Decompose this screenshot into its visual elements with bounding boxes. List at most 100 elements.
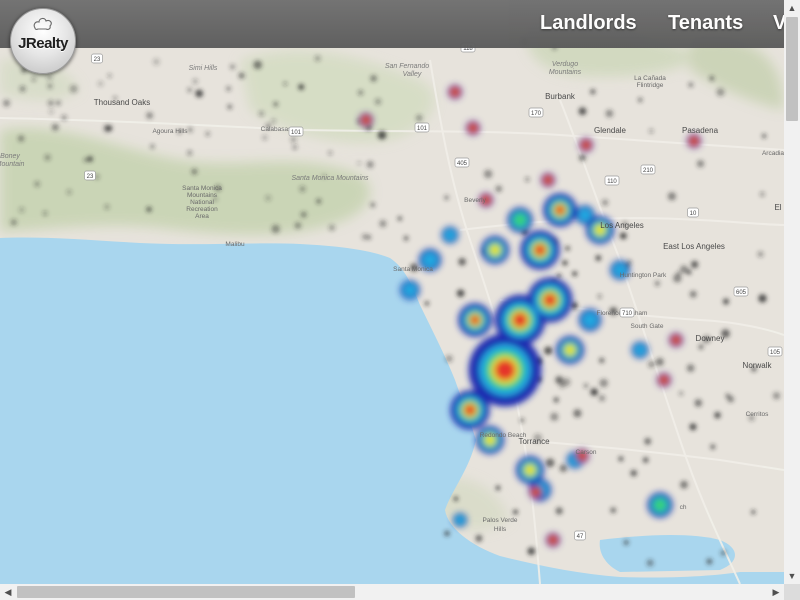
density-point bbox=[265, 195, 272, 202]
place-label: Los Angeles bbox=[600, 221, 644, 230]
place-label: Hills bbox=[494, 526, 507, 533]
density-point bbox=[187, 87, 193, 93]
density-point bbox=[555, 507, 563, 515]
density-point bbox=[146, 206, 152, 212]
density-point bbox=[238, 72, 245, 79]
density-point bbox=[292, 144, 298, 150]
top-navigation-bar: Landlords Tenants V bbox=[0, 0, 786, 48]
scrollbar-corner bbox=[784, 584, 800, 600]
density-point bbox=[757, 251, 764, 258]
heat-spot bbox=[543, 293, 557, 307]
density-point bbox=[191, 168, 198, 175]
scroll-up-arrow-icon[interactable]: ▲ bbox=[784, 0, 800, 16]
density-point bbox=[104, 204, 110, 210]
density-point bbox=[680, 265, 688, 274]
horizontal-scrollbar[interactable]: ◀ ▶ bbox=[0, 584, 784, 600]
jrealty-logo[interactable]: JRealty bbox=[10, 8, 76, 74]
density-point bbox=[667, 192, 677, 201]
nav-landlords-link[interactable]: Landlords bbox=[540, 12, 637, 35]
density-point bbox=[195, 89, 204, 98]
place-label: El bbox=[774, 203, 781, 212]
density-point bbox=[273, 101, 279, 107]
density-point bbox=[495, 485, 501, 491]
highway-shield-label: 101 bbox=[417, 126, 428, 132]
density-point bbox=[655, 357, 664, 366]
density-point bbox=[562, 260, 568, 266]
place-label: Beverly bbox=[464, 197, 486, 204]
density-point bbox=[316, 198, 322, 204]
density-point bbox=[686, 364, 695, 372]
density-point bbox=[314, 55, 321, 62]
density-point bbox=[10, 219, 17, 226]
density-point bbox=[556, 273, 562, 278]
highway-shield-label: 47 bbox=[577, 534, 584, 540]
density-point bbox=[495, 185, 503, 193]
heat-spot bbox=[581, 140, 591, 150]
density-point bbox=[601, 199, 609, 206]
density-point bbox=[562, 378, 571, 387]
density-point bbox=[205, 131, 210, 137]
density-point bbox=[294, 222, 302, 229]
density-point bbox=[565, 245, 571, 251]
density-point bbox=[637, 97, 643, 103]
density-point bbox=[646, 559, 654, 567]
density-point bbox=[642, 457, 649, 463]
heat-spot bbox=[403, 283, 417, 297]
density-point bbox=[229, 64, 236, 70]
place-label: Cerritos bbox=[746, 411, 770, 418]
density-point bbox=[559, 464, 568, 473]
heatmap-map[interactable]: Thousand Oaks Simi Hills Agoura Hills Calab… bbox=[0, 0, 784, 584]
density-point bbox=[370, 75, 377, 82]
heat-spot bbox=[470, 315, 480, 325]
density-point bbox=[271, 118, 276, 124]
logo-text: JRealty bbox=[18, 35, 68, 52]
density-point bbox=[374, 98, 382, 105]
nav-tenants-link[interactable]: Tenants bbox=[668, 12, 743, 35]
horizontal-scroll-thumb[interactable] bbox=[17, 586, 355, 598]
place-label: Pasadena bbox=[682, 126, 719, 135]
heat-spot bbox=[361, 115, 371, 125]
density-point bbox=[689, 290, 697, 298]
density-point bbox=[688, 82, 694, 88]
density-point bbox=[758, 294, 767, 303]
density-point bbox=[680, 480, 688, 489]
heat-spot bbox=[578, 208, 592, 222]
scroll-left-arrow-icon[interactable]: ◀ bbox=[0, 584, 16, 600]
density-point bbox=[97, 80, 104, 87]
heat-spot bbox=[494, 359, 516, 381]
scroll-right-arrow-icon[interactable]: ▶ bbox=[768, 584, 784, 600]
density-point bbox=[227, 104, 233, 110]
density-point bbox=[444, 195, 449, 201]
density-point bbox=[475, 534, 483, 542]
density-point bbox=[598, 394, 606, 402]
density-point bbox=[192, 78, 198, 85]
heat-spot bbox=[689, 136, 699, 146]
vertical-scrollbar[interactable]: ▲ ▼ bbox=[784, 0, 800, 584]
density-point bbox=[187, 127, 193, 133]
density-point bbox=[761, 133, 767, 139]
place-label: San Fernando bbox=[385, 63, 429, 70]
density-point bbox=[654, 280, 661, 287]
density-point bbox=[19, 85, 26, 93]
heat-spot bbox=[653, 498, 667, 512]
density-point bbox=[31, 77, 37, 82]
vertical-scroll-thumb[interactable] bbox=[786, 17, 798, 121]
density-point bbox=[698, 344, 704, 350]
density-point bbox=[727, 395, 734, 403]
heat-spot bbox=[531, 487, 541, 497]
density-point bbox=[618, 456, 624, 462]
density-point bbox=[644, 437, 652, 445]
heat-spot bbox=[444, 229, 456, 241]
density-point bbox=[328, 224, 336, 231]
heat-spot bbox=[543, 175, 553, 185]
scroll-down-arrow-icon[interactable]: ▼ bbox=[784, 568, 800, 584]
heat-spot bbox=[564, 344, 576, 356]
heat-spot bbox=[534, 244, 546, 256]
place-label: Thousand Oaks bbox=[94, 98, 150, 107]
map-canvas[interactable]: Thousand Oaks Simi Hills Agoura Hills Calab… bbox=[0, 0, 784, 584]
highway-shield-label: 10 bbox=[690, 211, 697, 217]
density-point bbox=[676, 271, 681, 276]
place-label: Malibu bbox=[225, 241, 245, 248]
density-point bbox=[298, 84, 305, 90]
place-label: Simi Hills bbox=[189, 65, 218, 72]
